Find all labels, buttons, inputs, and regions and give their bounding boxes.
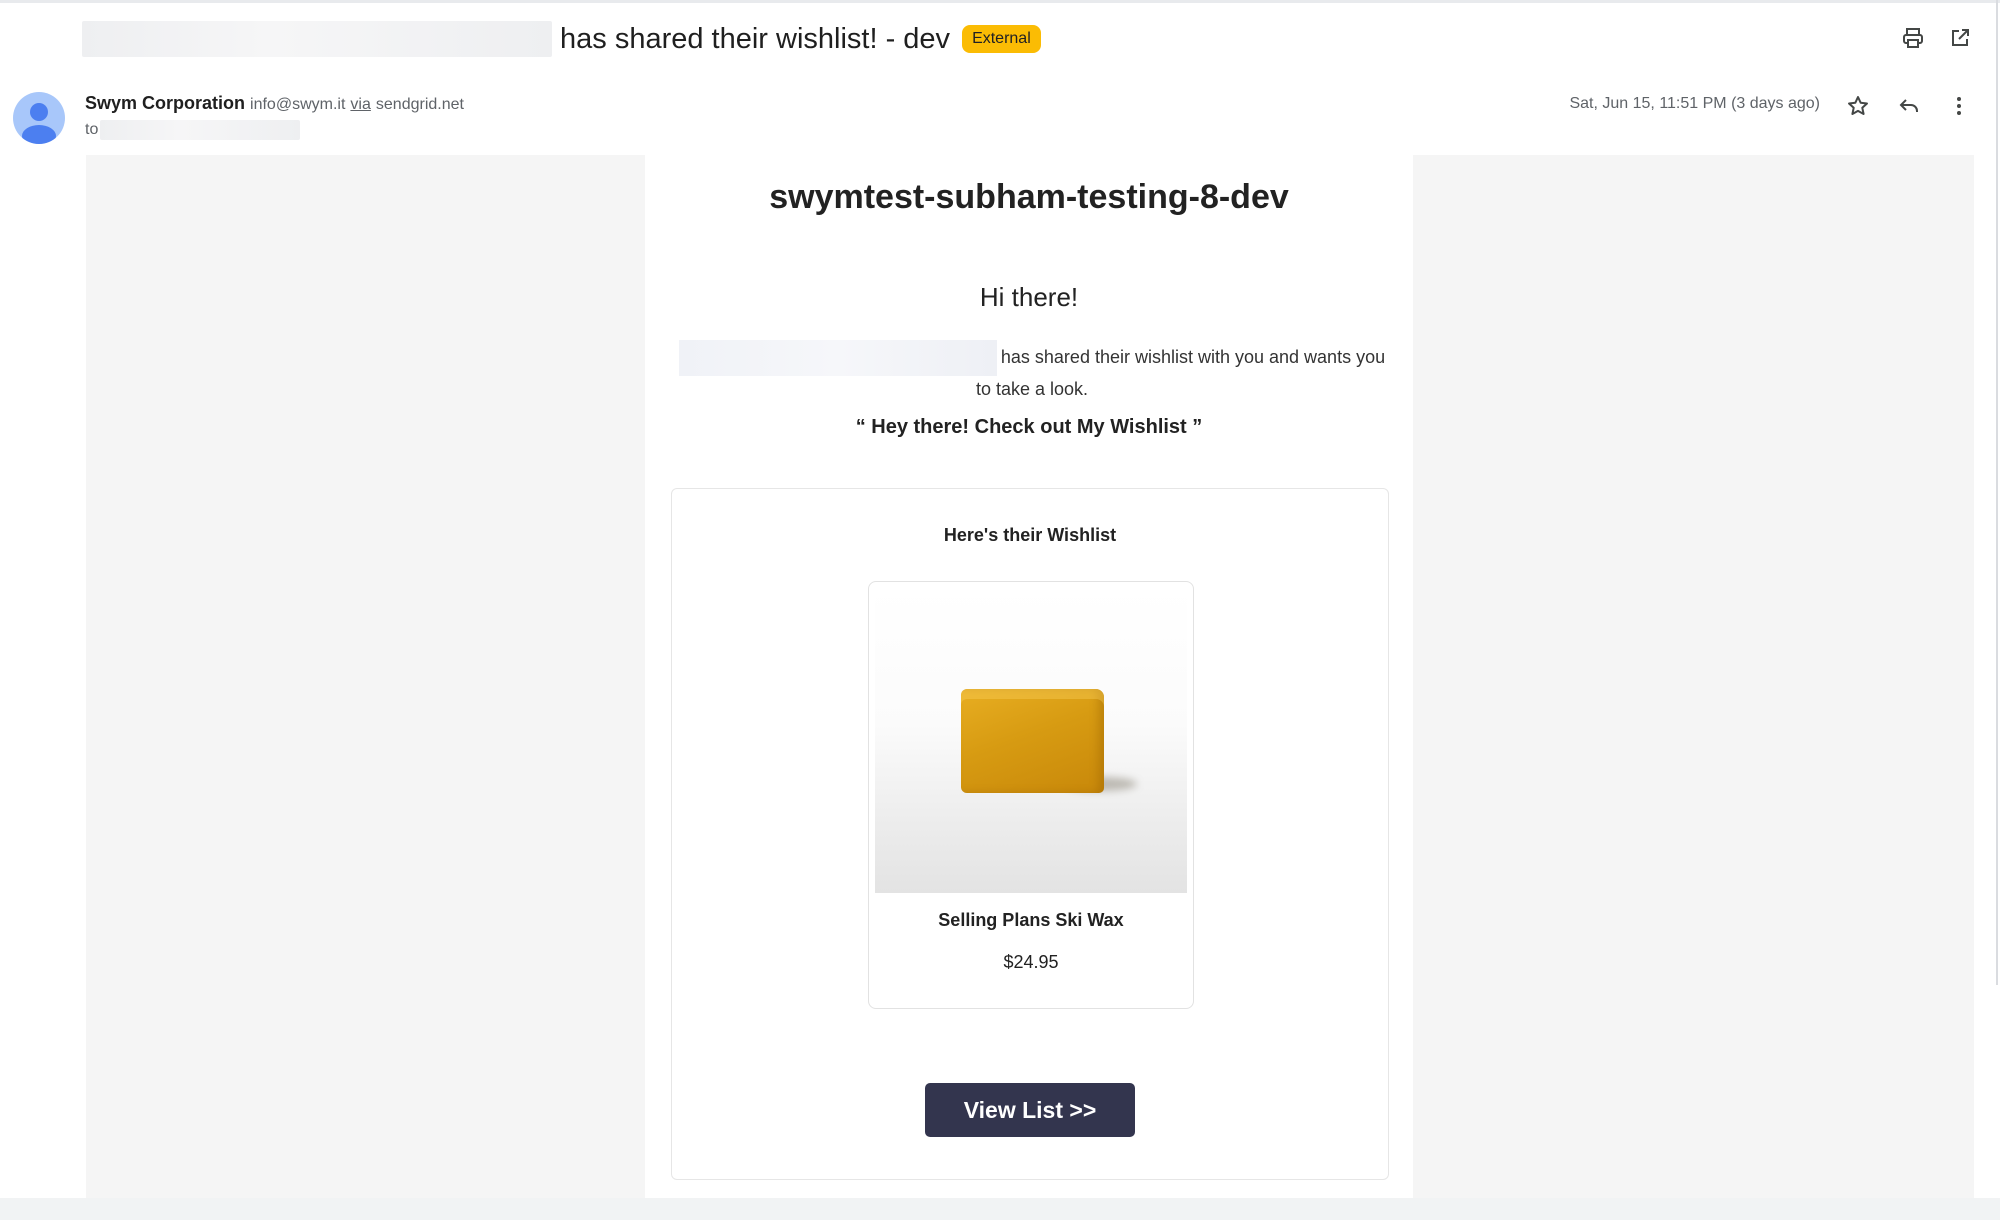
bottom-band bbox=[0, 1198, 2000, 1220]
reply-icon[interactable] bbox=[1891, 88, 1927, 124]
redacted-sender-name bbox=[82, 21, 552, 57]
top-border bbox=[0, 0, 2000, 3]
recipient-row[interactable]: to bbox=[85, 120, 301, 140]
shop-title: swymtest-subham-testing-8-dev bbox=[769, 178, 1289, 216]
share-message-text: has shared their wishlist with you and w… bbox=[975, 346, 1386, 399]
via-domain: sendgrid.net bbox=[375, 96, 464, 113]
share-message: has shared their wishlist with you and w… bbox=[672, 340, 1392, 403]
ski-wax-block bbox=[961, 689, 1104, 793]
print-icon[interactable] bbox=[1895, 20, 1931, 56]
redacted-sharer-name bbox=[678, 340, 997, 376]
wishlist-heading: Here's their Wishlist bbox=[943, 525, 1117, 545]
avatar[interactable] bbox=[13, 92, 65, 144]
redacted-recipient bbox=[100, 120, 301, 140]
product-image[interactable] bbox=[875, 588, 1187, 893]
email-subject: has shared their wishlist! - dev bbox=[560, 22, 951, 55]
more-vert-icon[interactable] bbox=[1941, 88, 1977, 124]
open-in-new-window-icon[interactable] bbox=[1942, 20, 1978, 56]
greeting: Hi there! bbox=[979, 282, 1079, 312]
product-name[interactable]: Selling Plans Ski Wax bbox=[869, 910, 1193, 931]
to-label: to bbox=[85, 121, 99, 138]
sender-email: info@swym.it bbox=[250, 96, 346, 113]
wishlist-card: Here's their Wishlist Selling Plans Ski … bbox=[671, 488, 1389, 1180]
star-icon[interactable] bbox=[1840, 88, 1876, 124]
subject-row: has shared their wishlist! - dev Externa… bbox=[82, 18, 1041, 60]
sender-name[interactable]: Swym Corporation bbox=[85, 93, 245, 113]
external-badge[interactable]: External bbox=[962, 25, 1041, 53]
view-list-button[interactable]: View List >> bbox=[925, 1083, 1135, 1137]
product-price: $24.95 bbox=[1003, 952, 1059, 972]
email-date: Sat, Jun 15, 11:51 PM (3 days ago) bbox=[1569, 95, 1820, 112]
scrollbar[interactable] bbox=[1996, 0, 1998, 985]
product-card[interactable]: Selling Plans Ski Wax $24.95 bbox=[868, 581, 1194, 1009]
via-link[interactable]: via bbox=[350, 96, 370, 113]
sender-line: Swym Corporation info@swym.it via sendgr… bbox=[85, 93, 464, 114]
wishlist-quote: “ Hey there! Check out My Wishlist ” bbox=[855, 416, 1203, 438]
